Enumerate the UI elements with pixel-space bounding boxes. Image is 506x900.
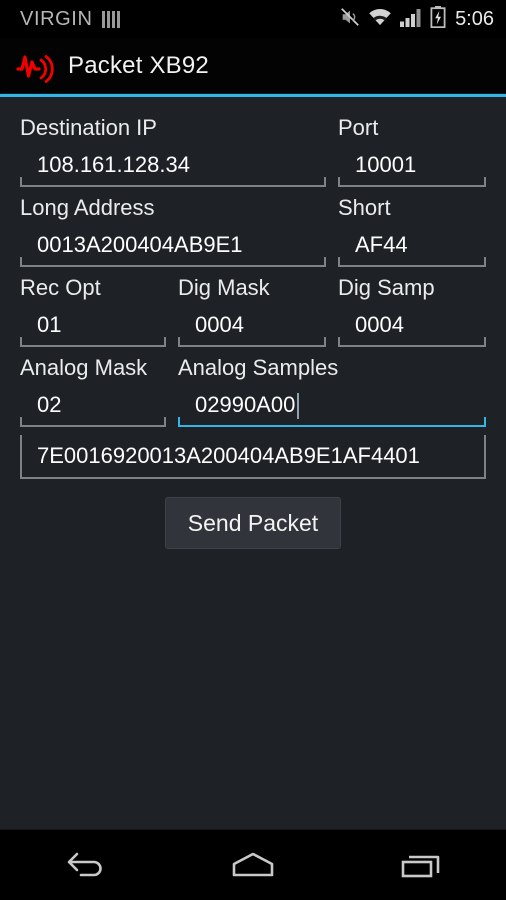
text-cursor [297, 393, 299, 419]
form-row: Analog Mask 02 Analog Samples 02990A00 [0, 347, 506, 427]
short-address-cell: Short AF44 [338, 187, 486, 267]
analog-mask-input[interactable]: 02 [20, 385, 166, 427]
page-title: Packet XB92 [68, 52, 209, 79]
analog-samples-cell: Analog Samples 02990A00 [178, 347, 486, 427]
home-icon[interactable] [198, 830, 308, 900]
back-icon[interactable] [29, 830, 139, 900]
dig-samp-value: 0004 [355, 312, 404, 337]
packet-form: Destination IP 108.161.128.34 Port 10001… [0, 97, 506, 829]
dig-mask-cell: Dig Mask 0004 [178, 267, 338, 347]
long-address-value: 0013A200404AB9E1 [37, 232, 243, 257]
dig-mask-label: Dig Mask [178, 275, 270, 300]
status-icons: 5:06 [339, 5, 494, 33]
destination-ip-input[interactable]: 108.161.128.34 [20, 145, 326, 187]
form-row: Rec Opt 01 Dig Mask 0004 Dig Samp 0004 [0, 267, 506, 347]
dig-samp-cell: Dig Samp 0004 [338, 267, 486, 347]
status-bar: VIRGIN 5:06 [0, 0, 506, 38]
carrier-label: VIRGIN [20, 7, 93, 30]
long-address-label: Long Address [20, 195, 155, 220]
cellular-signal-icon [399, 7, 423, 32]
android-nav-bar [0, 829, 506, 900]
rec-opt-label: Rec Opt [20, 275, 101, 300]
analog-samples-value: 02990A00 [195, 392, 296, 417]
rec-opt-value: 01 [37, 312, 62, 337]
packet-hex-value: 7E0016920013A200404AB9E1AF4401 [37, 443, 420, 468]
short-address-value: AF44 [355, 232, 408, 257]
recents-icon[interactable] [367, 830, 477, 900]
packet-waveform-icon [16, 45, 58, 87]
rec-opt-cell: Rec Opt 01 [20, 267, 178, 347]
mute-icon [339, 6, 361, 33]
action-bar: Packet XB92 [0, 38, 506, 94]
port-input[interactable]: 10001 [338, 145, 486, 187]
destination-ip-cell: Destination IP 108.161.128.34 [20, 107, 338, 187]
long-address-cell: Long Address 0013A200404AB9E1 [20, 187, 338, 267]
dig-samp-input[interactable]: 0004 [338, 305, 486, 347]
port-value: 10001 [355, 152, 417, 177]
analog-mask-label: Analog Mask [20, 355, 148, 380]
send-button-row: Send Packet [0, 479, 506, 549]
battery-charging-icon [430, 5, 446, 33]
analog-samples-label: Analog Samples [178, 355, 339, 380]
packet-hex-output[interactable]: 7E0016920013A200404AB9E1AF4401 [20, 435, 486, 479]
form-row: Long Address 0013A200404AB9E1 Short AF44 [0, 187, 506, 267]
port-cell: Port 10001 [338, 107, 486, 187]
dig-mask-input[interactable]: 0004 [178, 305, 326, 347]
status-clock: 5:06 [455, 7, 494, 30]
analog-mask-cell: Analog Mask 02 [20, 347, 178, 427]
port-label: Port [338, 115, 379, 140]
long-address-input[interactable]: 0013A200404AB9E1 [20, 225, 326, 267]
rec-opt-input[interactable]: 01 [20, 305, 166, 347]
destination-ip-label: Destination IP [20, 115, 157, 140]
packet-output-row: 7E0016920013A200404AB9E1AF4401 [0, 427, 506, 479]
send-packet-button[interactable]: Send Packet [164, 497, 342, 549]
analog-mask-value: 02 [37, 392, 62, 417]
destination-ip-value: 108.161.128.34 [37, 152, 190, 177]
wifi-icon [368, 7, 392, 32]
phone-screen: VIRGIN 5:06 Packet XB92 Destination IP 1… [0, 0, 506, 900]
form-row: Destination IP 108.161.128.34 Port 10001 [0, 107, 506, 187]
dig-samp-label: Dig Samp [338, 275, 435, 300]
short-address-input[interactable]: AF44 [338, 225, 486, 267]
sim-card-icon [101, 10, 120, 28]
short-address-label: Short [338, 195, 391, 220]
analog-samples-input[interactable]: 02990A00 [178, 385, 486, 427]
dig-mask-value: 0004 [195, 312, 244, 337]
